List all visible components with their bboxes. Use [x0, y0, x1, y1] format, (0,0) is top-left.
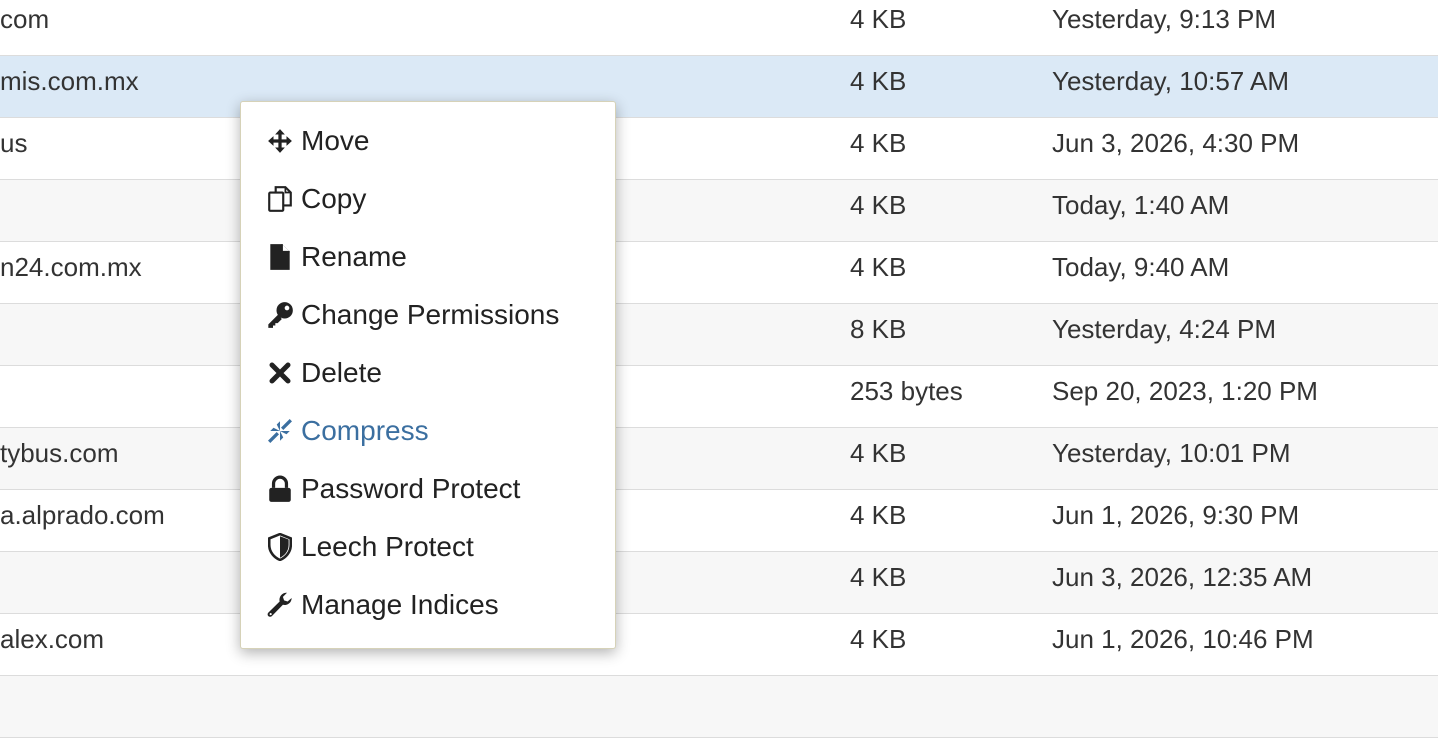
menu-item-copy[interactable]: Copy [241, 170, 615, 228]
file-size: 4 KB [850, 252, 907, 282]
table-row[interactable]: tybus.com 4 KB Yesterday, 10:01 PM [0, 428, 1438, 490]
table-row[interactable]: com 4 KB Yesterday, 9:13 PM [0, 0, 1438, 56]
file-icon [265, 228, 295, 286]
table-row[interactable]: alex.com 4 KB Jun 1, 2026, 10:46 PM [0, 614, 1438, 676]
menu-item-label: Leech Protect [301, 531, 474, 562]
table-row[interactable]: n24.com.mx 4 KB Today, 9:40 AM [0, 242, 1438, 304]
file-modified: Yesterday, 10:01 PM [1052, 438, 1291, 468]
move-icon [265, 112, 295, 170]
file-size: 253 bytes [850, 376, 963, 406]
file-name: n24.com.mx [0, 252, 142, 282]
file-modified: Today, 1:40 AM [1052, 190, 1230, 220]
table-row[interactable] [0, 676, 1438, 738]
wrench-icon [265, 576, 295, 634]
file-size: 4 KB [850, 438, 907, 468]
menu-item-change-permissions[interactable]: Change Permissions [241, 286, 615, 344]
table-row[interactable]: mis.com.mx 4 KB Yesterday, 10:57 AM [0, 56, 1438, 118]
compress-icon [265, 402, 295, 460]
menu-item-rename[interactable]: Rename [241, 228, 615, 286]
key-icon [265, 286, 295, 344]
table-row[interactable]: a.alprado.com 4 KB Jun 1, 2026, 9:30 PM [0, 490, 1438, 552]
menu-item-label: Password Protect [301, 473, 521, 504]
menu-item-label: Change Permissions [301, 299, 560, 330]
file-modified: Sep 20, 2023, 1:20 PM [1052, 376, 1318, 406]
file-name: alex.com [0, 624, 105, 654]
file-size: 4 KB [850, 190, 907, 220]
menu-item-label: Compress [301, 415, 429, 446]
table-row[interactable]: 4 KB Jun 3, 2026, 12:35 AM [0, 552, 1438, 614]
file-name: a.alprado.com [0, 500, 165, 530]
table-row[interactable]: 253 bytes Sep 20, 2023, 1:20 PM [0, 366, 1438, 428]
file-size: 4 KB [850, 4, 907, 34]
file-modified: Jun 1, 2026, 9:30 PM [1052, 500, 1300, 530]
menu-item-label: Move [301, 125, 370, 156]
menu-item-delete[interactable]: Delete [241, 344, 615, 402]
file-name: mis.com.mx [0, 66, 139, 96]
menu-item-label: Delete [301, 357, 382, 388]
file-modified: Yesterday, 9:13 PM [1052, 4, 1277, 34]
context-menu: Move Copy Rename Change Permissions Dele… [240, 101, 616, 649]
file-size: 8 KB [850, 314, 907, 344]
menu-item-password-protect[interactable]: Password Protect [241, 460, 615, 518]
file-name: com [0, 4, 50, 34]
file-modified: Yesterday, 10:57 AM [1052, 66, 1290, 96]
table-row[interactable]: 4 KB Today, 1:40 AM [0, 180, 1438, 242]
file-size: 4 KB [850, 66, 907, 96]
copy-icon [265, 170, 295, 228]
menu-item-compress[interactable]: Compress [241, 402, 615, 460]
file-modified: Yesterday, 4:24 PM [1052, 314, 1277, 344]
file-size: 4 KB [850, 624, 907, 654]
file-name: tybus.com [0, 438, 119, 468]
lock-icon [265, 460, 295, 518]
file-size: 4 KB [850, 562, 907, 592]
menu-item-move[interactable]: Move [241, 112, 615, 170]
file-modified: Today, 9:40 AM [1052, 252, 1230, 282]
file-table: com 4 KB Yesterday, 9:13 PM mis.com.mx 4… [0, 0, 1438, 738]
shield-icon [265, 518, 295, 576]
menu-item-label: Rename [301, 241, 407, 272]
table-row[interactable]: us 4 KB Jun 3, 2026, 4:30 PM [0, 118, 1438, 180]
file-modified: Jun 3, 2026, 12:35 AM [1052, 562, 1313, 592]
file-modified: Jun 1, 2026, 10:46 PM [1052, 624, 1314, 654]
file-size: 4 KB [850, 128, 907, 158]
menu-item-manage-indices[interactable]: Manage Indices [241, 576, 615, 634]
file-modified: Jun 3, 2026, 4:30 PM [1052, 128, 1300, 158]
menu-item-label: Copy [301, 183, 367, 214]
table-row[interactable]: 8 KB Yesterday, 4:24 PM [0, 304, 1438, 366]
close-icon [265, 344, 295, 402]
file-name: us [0, 128, 28, 158]
file-size: 4 KB [850, 500, 907, 530]
menu-item-label: Manage Indices [301, 589, 499, 620]
menu-item-leech-protect[interactable]: Leech Protect [241, 518, 615, 576]
